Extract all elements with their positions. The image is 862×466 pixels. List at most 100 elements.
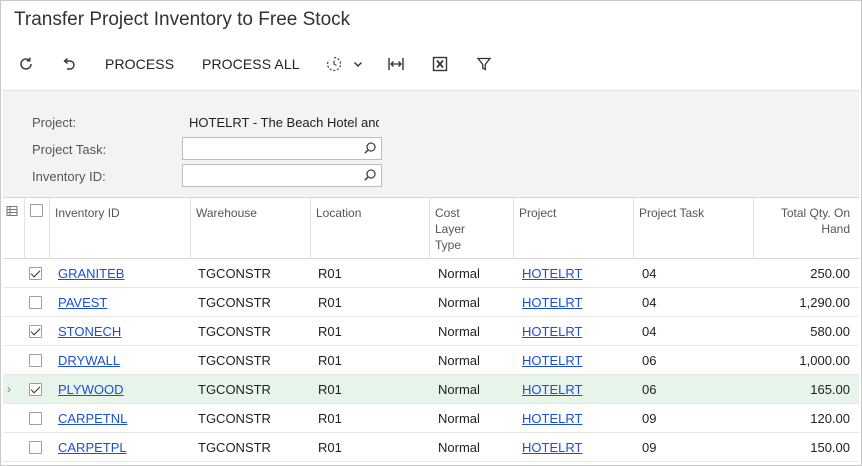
active-row-indicator-icon: › — [7, 382, 11, 396]
cost-layer-cell: Normal — [438, 411, 480, 426]
column-header-project[interactable]: Project — [513, 198, 633, 259]
row-select-checkbox[interactable] — [29, 325, 42, 338]
table-row[interactable]: CARPETPL TGCONSTR R01 Normal HOTELRT 09 150.00 — [3, 433, 859, 462]
schedule-icon[interactable] — [324, 54, 344, 74]
project-link[interactable]: HOTELRT — [522, 433, 582, 462]
table-row[interactable]: GRANITEB TGCONSTR R01 Normal HOTELRT 04 250.00 — [3, 259, 859, 288]
location-cell: R01 — [318, 440, 342, 455]
header-text-line: Hand — [821, 222, 850, 236]
inventory-id-label: Inventory ID: — [32, 169, 106, 184]
warehouse-cell: TGCONSTR — [198, 295, 271, 310]
project-task-cell: 04 — [642, 324, 657, 339]
row-select-checkbox[interactable] — [29, 441, 42, 454]
total-qty-cell: 150.00 — [810, 440, 850, 455]
fit-to-screen-icon[interactable] — [386, 54, 406, 74]
row-select-checkbox[interactable] — [29, 383, 42, 396]
warehouse-cell: TGCONSTR — [198, 382, 271, 397]
header-text-line: Total Qty. On — [780, 206, 850, 220]
table-row[interactable]: DRYWALL TGCONSTR R01 Normal HOTELRT 06 1,000.0… — [3, 346, 859, 375]
filter-icon[interactable] — [474, 54, 494, 74]
row-select-checkbox[interactable] — [29, 267, 42, 280]
warehouse-cell: TGCONSTR — [198, 266, 271, 281]
column-header-location[interactable]: Location — [310, 198, 429, 259]
process-all-button[interactable]: PROCESS ALL — [202, 56, 300, 72]
table-row[interactable]: STONECH TGCONSTR R01 Normal HOTELRT 04 580.00 — [3, 317, 859, 346]
header-text-line: Type — [435, 238, 462, 252]
inventory-id-link[interactable]: STONECH — [58, 317, 121, 346]
project-task-cell: 06 — [642, 353, 657, 368]
grid-header: Inventory ID Warehouse Location Cost Lay… — [3, 198, 859, 259]
project-link[interactable]: HOTELRT — [522, 317, 582, 346]
header-text-line: Layer — [435, 222, 466, 236]
select-all-header — [24, 198, 49, 259]
chevron-down-icon[interactable] — [348, 54, 368, 74]
project-task-cell: 04 — [642, 295, 657, 310]
table-row[interactable]: PAVEST TGCONSTR R01 Normal HOTELRT 04 1,290.00 — [3, 288, 859, 317]
location-cell: R01 — [318, 266, 342, 281]
project-task-cell: 09 — [642, 411, 657, 426]
row-select-checkbox[interactable] — [29, 412, 42, 425]
cost-layer-cell: Normal — [438, 295, 480, 310]
column-config-icon[interactable] — [3, 198, 24, 259]
total-qty-cell: 250.00 — [810, 266, 850, 281]
inventory-id-link[interactable]: CARPETNL — [58, 404, 127, 433]
project-label: Project: — [32, 115, 77, 130]
cost-layer-cell: Normal — [438, 440, 480, 455]
project-link[interactable]: HOTELRT — [522, 288, 582, 317]
location-cell: R01 — [318, 411, 342, 426]
project-link[interactable]: HOTELRT — [522, 259, 582, 288]
warehouse-cell: TGCONSTR — [198, 324, 271, 339]
inventory-id-link[interactable]: PAVEST — [58, 288, 107, 317]
cost-layer-cell: Normal — [438, 382, 480, 397]
location-cell: R01 — [318, 382, 342, 397]
warehouse-cell: TGCONSTR — [198, 353, 271, 368]
column-header-project-task[interactable]: Project Task — [633, 198, 753, 259]
location-cell: R01 — [318, 353, 342, 368]
cost-layer-cell: Normal — [438, 324, 480, 339]
refresh-icon[interactable] — [16, 54, 36, 74]
page-title: Transfer Project Inventory to Free Stock — [14, 9, 351, 30]
cost-layer-cell: Normal — [438, 266, 480, 281]
undo-icon[interactable] — [58, 54, 78, 74]
project-link[interactable]: HOTELRT — [522, 346, 582, 375]
location-cell: R01 — [318, 324, 342, 339]
column-header-total-qty[interactable]: Total Qty. On Hand — [753, 198, 859, 259]
project-task-cell: 04 — [642, 266, 657, 281]
total-qty-cell: 1,290.00 — [799, 295, 850, 310]
warehouse-cell: TGCONSTR — [198, 440, 271, 455]
inventory-id-link[interactable]: GRANITEB — [58, 259, 124, 288]
inventory-grid: Inventory ID Warehouse Location Cost Lay… — [3, 197, 859, 463]
column-header-cost-layer-type[interactable]: Cost Layer Type — [429, 198, 513, 259]
location-cell: R01 — [318, 295, 342, 310]
total-qty-cell: 120.00 — [810, 411, 850, 426]
inventory-id-input[interactable] — [182, 164, 382, 187]
export-excel-icon[interactable] — [430, 54, 450, 74]
search-icon[interactable] — [363, 168, 377, 187]
inventory-id-link[interactable]: DRYWALL — [58, 346, 120, 375]
project-task-input[interactable] — [182, 137, 382, 160]
inventory-id-link[interactable]: PLYWOOD — [58, 375, 124, 404]
total-qty-cell: 1,000.00 — [799, 353, 850, 368]
toolbar: PROCESS PROCESS ALL — [0, 48, 860, 80]
row-select-checkbox[interactable] — [29, 296, 42, 309]
header-text-line: Cost — [435, 206, 460, 220]
total-qty-cell: 165.00 — [810, 382, 850, 397]
inventory-id-link[interactable]: CARPETPL — [58, 433, 127, 462]
project-task-cell: 06 — [642, 382, 657, 397]
column-header-inventory-id[interactable]: Inventory ID — [49, 198, 190, 259]
table-row[interactable]: › PLYWOOD TGCONSTR R01 Normal HOTELRT 06 165.00 — [3, 375, 859, 404]
project-task-label: Project Task: — [32, 142, 107, 157]
project-link[interactable]: HOTELRT — [522, 375, 582, 404]
process-button[interactable]: PROCESS — [105, 56, 174, 72]
project-field[interactable]: HOTELRT - The Beach Hotel and — [189, 115, 379, 130]
project-link[interactable]: HOTELRT — [522, 404, 582, 433]
total-qty-cell: 580.00 — [810, 324, 850, 339]
warehouse-cell: TGCONSTR — [198, 411, 271, 426]
row-select-checkbox[interactable] — [29, 354, 42, 367]
project-task-cell: 09 — [642, 440, 657, 455]
column-header-warehouse[interactable]: Warehouse — [190, 198, 310, 259]
table-row[interactable]: CARPETNL TGCONSTR R01 Normal HOTELRT 09 120.00 — [3, 404, 859, 433]
cost-layer-cell: Normal — [438, 353, 480, 368]
search-icon[interactable] — [363, 141, 377, 160]
select-all-checkbox[interactable] — [30, 204, 43, 217]
